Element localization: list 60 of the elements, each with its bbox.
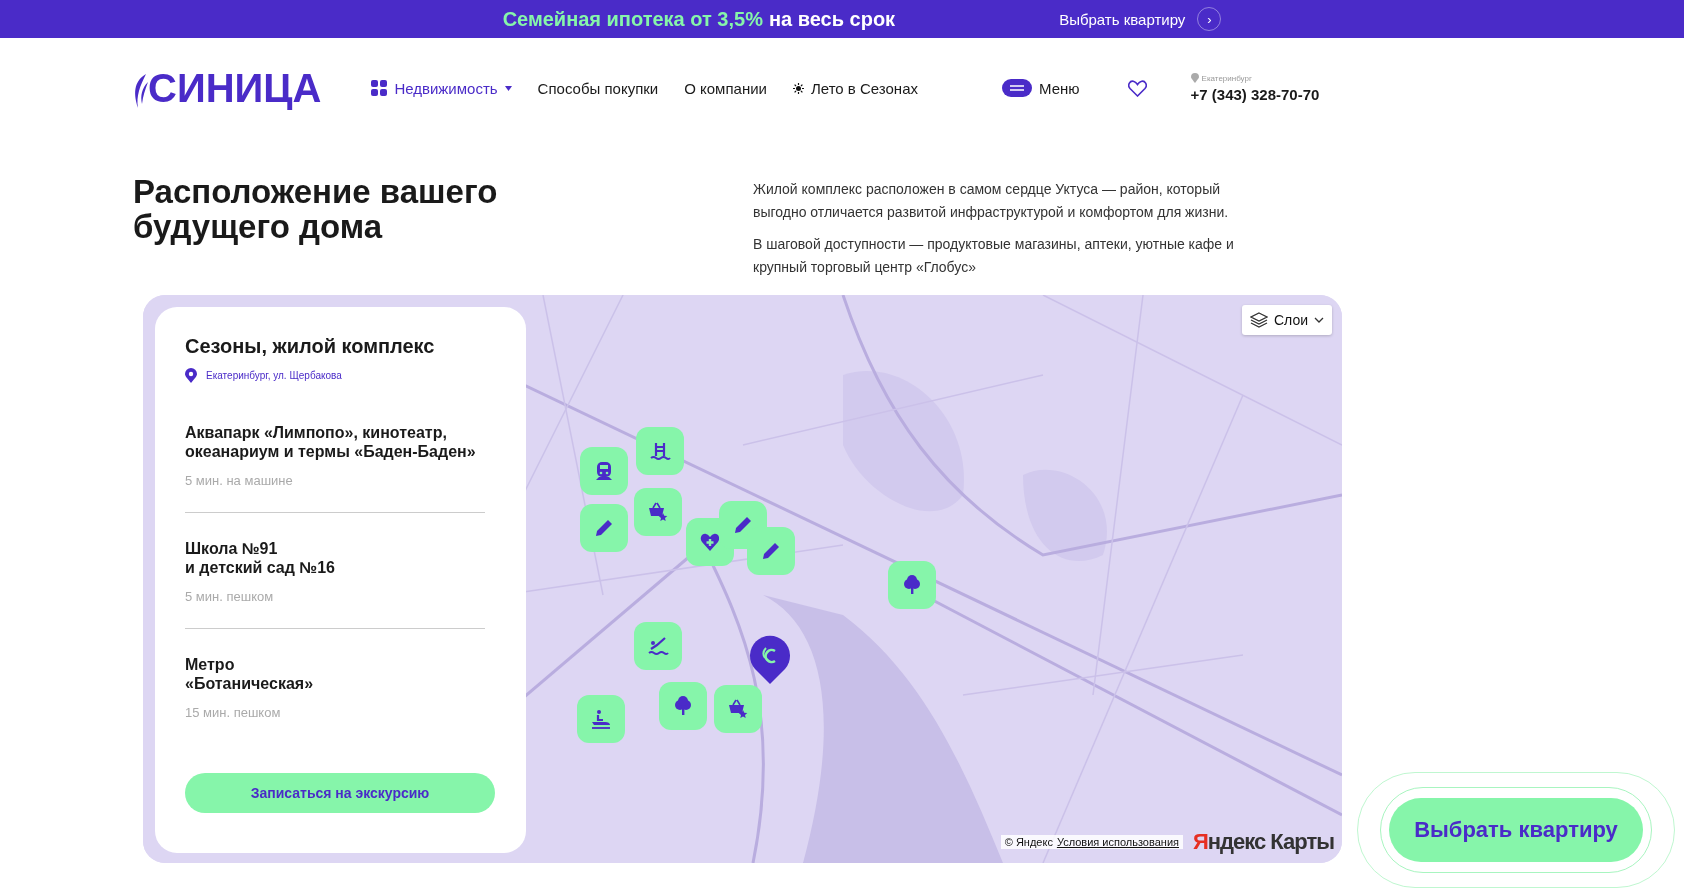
- phone-number[interactable]: +7 (343) 328-70-70: [1190, 86, 1320, 103]
- sun-icon: [792, 82, 804, 94]
- tree-icon: [672, 695, 694, 717]
- grid-icon: [371, 80, 388, 96]
- map-marker[interactable]: [634, 488, 682, 536]
- map-marker[interactable]: [636, 427, 684, 475]
- place-name: Метро «Ботаническая»: [185, 655, 315, 693]
- bird-wing-icon: [132, 74, 148, 108]
- description-paragraph: В шаговой доступности — продуктовые магазины, аптеки, уютные кафе и крупный торговый центр «Глобус»: [753, 235, 1235, 277]
- city-label: Екатеринбург: [1201, 73, 1252, 83]
- travel-time: 15 мин. пешком: [185, 705, 282, 720]
- menu-icon: [1010, 85, 1024, 91]
- logo[interactable]: СИНИЦА: [148, 68, 322, 108]
- nav-link[interactable]: Способы покупки: [537, 79, 659, 97]
- map-marker[interactable]: [888, 561, 936, 609]
- copyright-text: © Яндекс: [1004, 836, 1053, 848]
- choose-apartment-button[interactable]: Выбрать квартиру: [1389, 798, 1643, 862]
- terms-link[interactable]: Условия использования: [1056, 836, 1179, 848]
- card-title: Сезоны, жилой комплекс: [185, 335, 436, 358]
- location-pin-icon: [1190, 73, 1199, 83]
- place-name: Школа №91 и детский сад №16: [185, 539, 336, 577]
- basket-star-icon: [727, 698, 749, 720]
- promo-highlight: Семейная ипотека от 3,5%: [502, 7, 763, 31]
- menu-button[interactable]: Меню: [1002, 79, 1080, 97]
- pencil-icon: [593, 517, 615, 539]
- pencil-icon: [732, 514, 754, 536]
- book-tour-button[interactable]: Записаться на экскурсию: [185, 773, 495, 813]
- location-pin-icon: [185, 368, 197, 383]
- jetski-icon: [590, 708, 612, 730]
- travel-time: 5 мин. пешком: [185, 589, 275, 604]
- map-marker[interactable]: [714, 685, 762, 733]
- layers-icon: [1249, 312, 1268, 328]
- promo-link[interactable]: Выбрать квартиру ›: [1059, 7, 1222, 31]
- caret-icon: [504, 85, 512, 91]
- heart-icon[interactable]: [1127, 79, 1147, 97]
- home-location-pin[interactable]: [749, 634, 791, 684]
- map-marker[interactable]: [634, 622, 682, 670]
- basket-star-icon: [647, 501, 669, 523]
- nav-link[interactable]: О компании: [684, 79, 767, 97]
- map-marker[interactable]: [747, 527, 795, 575]
- description-paragraph: Жилой комплекс расположен в самом сердце Уктуса — район, который выгодно отличается развитой инфраструктурой и комфортом для жизни.: [753, 180, 1230, 222]
- tree-icon: [901, 574, 923, 596]
- swimmer-icon: [647, 635, 669, 657]
- section-title: Расположение вашего будущего дома: [133, 174, 499, 247]
- chevron-down-icon: [1314, 317, 1324, 323]
- place-name: Аквапарк «Лимпопо», кинотеатр, океанариум и термы «Баден-Баден»: [185, 423, 477, 461]
- pencil-icon: [760, 540, 782, 562]
- map-marker[interactable]: [577, 695, 625, 743]
- map-marker[interactable]: [580, 447, 628, 495]
- address-text: Екатеринбург, ул. Щербакова: [206, 370, 342, 381]
- pool-ladder-icon: [649, 440, 671, 462]
- nav-link[interactable]: Лето в Сезонах: [792, 79, 918, 97]
- map-marker[interactable]: [659, 682, 707, 730]
- layers-button[interactable]: Слои: [1241, 305, 1332, 335]
- map-marker[interactable]: [580, 504, 628, 552]
- travel-time: 5 мин. на машине: [185, 473, 294, 488]
- map-brand-logo[interactable]: Яндекс Карты: [1193, 829, 1334, 855]
- promo-text: на весь срок: [768, 7, 896, 31]
- heart-cross-icon: [699, 531, 721, 553]
- nav-link[interactable]: Недвижимость: [371, 79, 512, 97]
